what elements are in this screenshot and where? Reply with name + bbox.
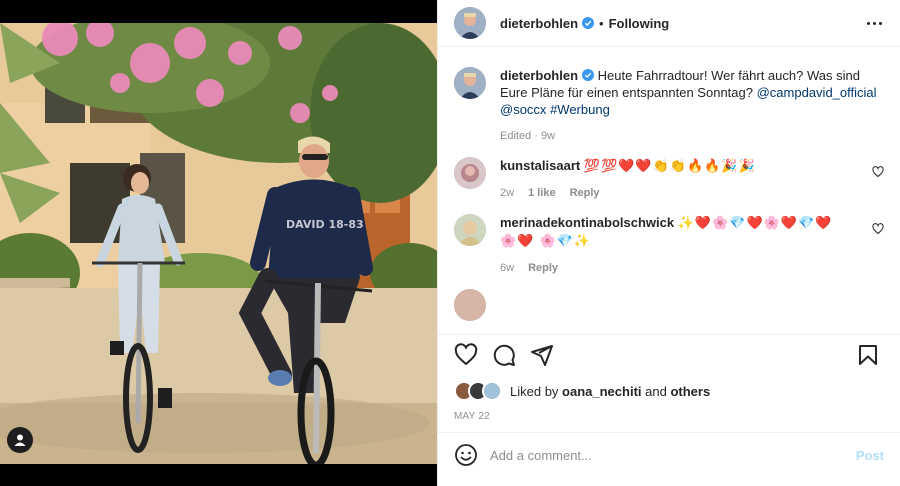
liked-by-and: and: [645, 383, 667, 399]
heart-icon[interactable]: [454, 342, 478, 367]
comment-body: 💯💯❤️❤️👏👏🔥🔥🎉🎉: [583, 159, 756, 174]
comment-text: merinadekontinabolschwick ✨❤️🌸💎❤️🌸❤️💎❤️🌸…: [500, 214, 845, 250]
comment-time: 2w: [500, 187, 515, 199]
user-tag-icon[interactable]: [7, 427, 33, 453]
comments-list[interactable]: dieterbohlen Heute Fahrradtour! Wer fähr…: [438, 47, 900, 334]
liked-by-others[interactable]: others: [670, 384, 710, 399]
svg-text:DAVID 18-83: DAVID 18-83: [286, 218, 364, 231]
hashtag-link[interactable]: #Werbung: [550, 102, 610, 117]
post-side-panel: dieterbohlen • Following dieterbohlen He…: [437, 0, 900, 486]
comment-username[interactable]: kunstalisaart: [500, 158, 580, 173]
avatar[interactable]: [454, 67, 486, 99]
caption-text: dieterbohlen Heute Fahrradtour! Wer fähr…: [500, 67, 885, 118]
reply-button[interactable]: Reply: [528, 262, 558, 274]
comment-meta: 2w 1 like Reply: [500, 187, 885, 199]
verified-badge-icon: [582, 17, 595, 29]
post-photo[interactable]: DAVID 18-83: [0, 23, 437, 464]
photo-illustration: DAVID 18-83: [0, 23, 437, 464]
comment-icon[interactable]: [492, 343, 516, 367]
avatar: [482, 381, 502, 401]
likes-summary: Liked by oana_nechiti and others: [438, 374, 900, 408]
caption-username[interactable]: dieterbohlen: [500, 68, 578, 83]
comment-item: merinadekontinabolschwick ✨❤️🌸💎❤️🌸❤️💎❤️🌸…: [454, 214, 884, 274]
post-date[interactable]: MAY 22: [438, 408, 900, 432]
comment-text: kunstalisaart 💯💯❤️❤️👏👏🔥🔥🎉🎉: [500, 157, 885, 175]
liker-avatars[interactable]: [454, 381, 502, 401]
comment-like-count[interactable]: 1 like: [528, 187, 556, 199]
comment-like-icon[interactable]: [872, 166, 884, 178]
avatar[interactable]: [454, 289, 486, 321]
post-comment-button[interactable]: Post: [856, 448, 884, 463]
emoji-icon[interactable]: [454, 443, 478, 467]
comment-item: kunstalisaart 💯💯❤️❤️👏👏🔥🔥🎉🎉 2w 1 like Rep…: [454, 157, 884, 199]
add-comment-bar: Post: [438, 432, 900, 477]
comment-item: [454, 289, 884, 321]
bookmark-icon[interactable]: [856, 343, 880, 367]
more-horizontal-icon[interactable]: [863, 18, 886, 29]
comment-like-icon[interactable]: [872, 223, 884, 235]
separator-dot: •: [599, 15, 604, 31]
comment-meta: 6w Reply: [500, 262, 845, 274]
post-actions-bar: [438, 334, 900, 374]
post-author-username[interactable]: dieterbohlen: [500, 16, 578, 31]
comment-time: 6w: [500, 262, 515, 274]
avatar[interactable]: [454, 214, 486, 246]
liked-by-label: Liked by: [510, 383, 559, 399]
mention-link[interactable]: @campdavid_official: [757, 85, 877, 100]
following-button[interactable]: Following: [609, 16, 670, 31]
share-icon[interactable]: [530, 343, 554, 367]
reply-button[interactable]: Reply: [570, 187, 600, 199]
instagram-post-modal: DAVID 18-83 dieterbohlen • Following die…: [0, 0, 900, 486]
comment-input[interactable]: [490, 447, 856, 463]
comment-username[interactable]: merinadekontinabolschwick: [500, 215, 674, 230]
avatar[interactable]: [454, 157, 486, 189]
liked-by-user[interactable]: oana_nechiti: [562, 384, 641, 399]
caption-edited-time: Edited · 9w: [500, 130, 556, 142]
post-media: DAVID 18-83: [0, 0, 437, 486]
avatar[interactable]: [454, 7, 486, 39]
mention-link[interactable]: @soccx: [500, 102, 546, 117]
post-caption: dieterbohlen Heute Fahrradtour! Wer fähr…: [454, 47, 884, 142]
caption-meta: Edited · 9w: [500, 130, 885, 142]
verified-badge-icon: [582, 69, 595, 81]
post-header: dieterbohlen • Following: [438, 0, 900, 47]
